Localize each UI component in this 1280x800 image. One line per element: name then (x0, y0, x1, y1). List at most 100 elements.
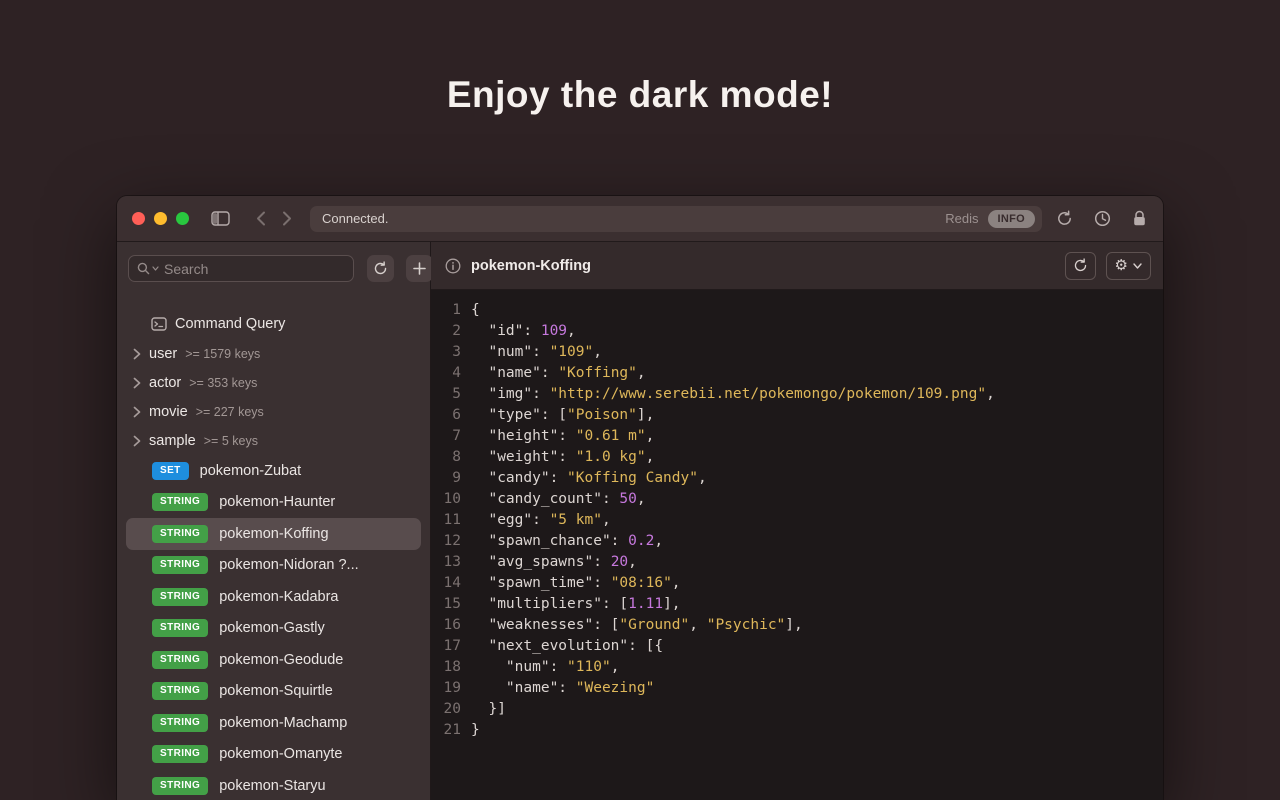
line-number: 5 (452, 386, 461, 402)
code-line: 1{ (431, 300, 1163, 321)
zoom-window-button[interactable] (176, 212, 189, 225)
key-type-badge: STRING (152, 745, 209, 764)
sidebar-group-sample[interactable]: sample >= 5 keys (117, 426, 430, 455)
key-row[interactable]: STRING pokemon-Machamp (126, 707, 421, 739)
key-row[interactable]: STRING pokemon-Squirtle (126, 676, 421, 708)
minimize-window-button[interactable] (154, 212, 167, 225)
code-line: 10 "candy_count": 50, (431, 489, 1163, 510)
code-line: 20 }] (431, 699, 1163, 720)
code-line: 9 "candy": "Koffing Candy", (431, 468, 1163, 489)
group-key-count: >= 353 keys (189, 375, 258, 390)
sidebar: Command Query user >= 1579 keys actor >= 35… (117, 242, 433, 800)
line-number: 14 (443, 575, 461, 591)
key-type-badge: STRING (152, 650, 209, 669)
code-line: 21} (431, 720, 1163, 741)
key-row[interactable]: STRING pokemon-Staryu (126, 770, 421, 800)
code-line: 13 "avg_spawns": 20, (431, 552, 1163, 573)
group-name: actor (149, 374, 182, 391)
key-type-badge: STRING (152, 524, 209, 543)
info-icon[interactable] (445, 258, 461, 274)
code-text: } (471, 722, 480, 738)
key-row[interactable]: STRING pokemon-Koffing (126, 518, 421, 550)
code-line: 5 "img": "http://www.serebii.net/pokemon… (431, 384, 1163, 405)
key-type-badge: STRING (152, 682, 209, 701)
code-line: 18 "num": "110", (431, 657, 1163, 678)
search-field[interactable] (128, 255, 354, 282)
code-text: "next_evolution": [{ (471, 638, 664, 654)
key-name-label: pokemon-Nidoran ?... (219, 557, 359, 574)
code-line: 12 "spawn_chance": 0.2, (431, 531, 1163, 552)
key-name-label: pokemon-Staryu (219, 777, 326, 794)
code-line: 16 "weaknesses": ["Ground", "Psychic"], (431, 615, 1163, 636)
code-line: 2 "id": 109, (431, 321, 1163, 342)
key-type-badge: STRING (152, 556, 209, 575)
command-query-item[interactable]: Command Query (117, 309, 430, 339)
redis-label: Redis (945, 211, 979, 226)
key-name-label: pokemon-Koffing (219, 525, 329, 542)
content-header: pokemon-Koffing ⚙ (431, 242, 1163, 290)
value-refresh-button[interactable] (1064, 251, 1096, 280)
forward-icon[interactable] (282, 211, 292, 226)
code-line: 6 "type": ["Poison"], (431, 405, 1163, 426)
key-list: SET pokemon-Zubat STRING pokemon-Haunter STR… (117, 455, 430, 800)
key-row[interactable]: SET pokemon-Zubat (126, 455, 421, 487)
line-number: 19 (443, 680, 461, 696)
code-line: 19 "name": "Weezing" (431, 678, 1163, 699)
code-line: 14 "spawn_time": "08:16", (431, 573, 1163, 594)
back-icon[interactable] (256, 211, 266, 226)
group-key-count: >= 5 keys (203, 433, 258, 448)
code-text: "name": "Koffing", (471, 365, 646, 381)
code-text: "name": "Weezing" (471, 680, 655, 696)
sidebar-refresh-button[interactable] (367, 255, 394, 282)
key-name-label: pokemon-Omanyte (219, 746, 343, 763)
sidebar-group-movie[interactable]: movie >= 227 keys (117, 397, 430, 426)
settings-dropdown-button[interactable]: ⚙ (1105, 251, 1151, 280)
sidebar-group-actor[interactable]: actor >= 353 keys (117, 368, 430, 397)
close-window-button[interactable] (132, 212, 145, 225)
add-key-button[interactable] (406, 255, 433, 282)
sidebar-toggle-icon[interactable] (211, 211, 230, 226)
line-number: 20 (443, 701, 461, 717)
line-number: 13 (443, 554, 461, 570)
group-name: movie (149, 403, 188, 420)
line-number: 11 (443, 512, 461, 528)
chevron-down-icon (1133, 262, 1142, 269)
key-row[interactable]: STRING pokemon-Kadabra (126, 581, 421, 613)
group-name: sample (149, 432, 196, 449)
key-row[interactable]: STRING pokemon-Nidoran ?... (126, 550, 421, 582)
line-number: 16 (443, 617, 461, 633)
command-query-label: Command Query (175, 316, 286, 332)
search-input[interactable] (164, 260, 345, 277)
line-number: 6 (452, 407, 461, 423)
key-row[interactable]: STRING pokemon-Gastly (126, 613, 421, 645)
chevron-right-icon (133, 406, 149, 418)
lock-icon[interactable] (1132, 210, 1147, 227)
key-row[interactable]: STRING pokemon-Geodude (126, 644, 421, 676)
code-text: { (471, 302, 480, 318)
selected-key-title: pokemon-Koffing (471, 257, 592, 274)
main-panel: pokemon-Koffing ⚙ 1{2 "id": 109, 3 "num":… (431, 242, 1163, 800)
line-number: 1 (452, 302, 461, 318)
code-text: "num": "110", (471, 659, 620, 675)
json-viewer[interactable]: 1{2 "id": 109, 3 "num": "109", 4 "name": "… (431, 290, 1163, 800)
hero-banner: Enjoy the dark mode! (0, 0, 1280, 116)
key-row[interactable]: STRING pokemon-Omanyte (126, 739, 421, 771)
connection-status-bar[interactable]: Connected. Redis INFO (310, 205, 1042, 232)
line-number: 10 (443, 491, 461, 507)
code-line: 3 "num": "109", (431, 342, 1163, 363)
key-type-badge: STRING (152, 713, 209, 732)
code-line: 15 "multipliers": [1.11], (431, 594, 1163, 615)
key-row[interactable]: STRING pokemon-Haunter (126, 487, 421, 519)
refresh-icon[interactable] (1056, 210, 1073, 227)
sidebar-group-user[interactable]: user >= 1579 keys (117, 339, 430, 368)
code-text: "avg_spawns": 20, (471, 554, 637, 570)
traffic-lights (132, 212, 189, 225)
key-name-label: pokemon-Kadabra (219, 588, 339, 605)
line-number: 21 (443, 722, 461, 738)
key-type-badge: STRING (152, 619, 209, 638)
history-clock-icon[interactable] (1094, 210, 1111, 227)
info-badge[interactable]: INFO (987, 209, 1035, 228)
line-number: 3 (452, 344, 461, 360)
search-icon (137, 262, 159, 275)
code-text: "spawn_time": "08:16", (471, 575, 681, 591)
